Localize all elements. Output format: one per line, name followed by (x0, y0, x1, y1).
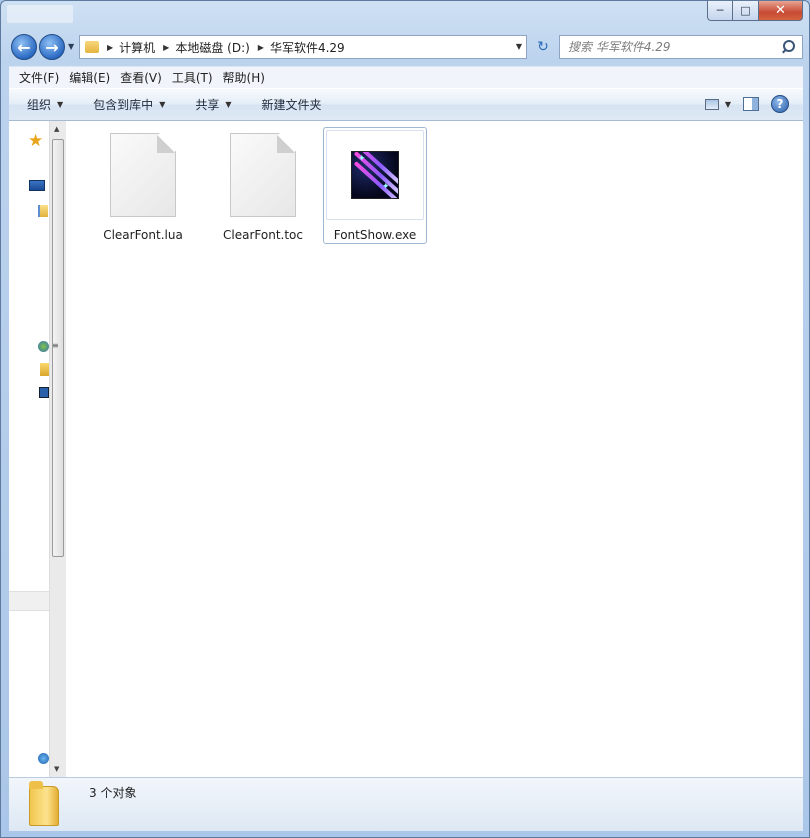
scrollbar-grip-icon: ≡ (52, 341, 59, 350)
item-count: 3 个对象 (89, 786, 137, 800)
share-button[interactable]: 共享 ▼ (177, 89, 243, 120)
menu-file[interactable]: 文件(F) (9, 69, 64, 86)
menu-edit[interactable]: 编辑(E) (64, 69, 115, 86)
file-item-clearfont-toc[interactable]: ClearFont.toc (211, 127, 315, 244)
chevron-right-icon[interactable]: ▶ (107, 43, 113, 52)
file-item-clearfont-lua[interactable]: ClearFont.lua (91, 127, 195, 244)
dropdown-arrow-icon: ▼ (225, 100, 232, 109)
file-name: ClearFont.toc (223, 228, 303, 242)
document-icon (110, 133, 176, 217)
view-controls: ▼ ? (704, 95, 789, 113)
close-button[interactable]: ✕ (759, 1, 803, 21)
scroll-down-icon[interactable]: ▼ (54, 765, 59, 773)
file-list[interactable]: ClearFont.lua ClearFont.toc ✦ ✦ FontShow… (67, 121, 803, 777)
explorer-window: ─ □ ✕ ← → ▼ ▶ 计算机 ▶ 本地磁盘 (D:) ▶ 华军软件4.29… (0, 0, 810, 838)
menu-bar: 文件(F) 编辑(E) 查看(V) 工具(T) 帮助(H) (9, 66, 803, 88)
view-options-dropdown-icon[interactable]: ▼ (725, 100, 731, 109)
minimize-button[interactable]: ─ (707, 1, 733, 21)
chevron-right-icon[interactable]: ▶ (163, 43, 169, 52)
folder-icon (85, 41, 99, 53)
file-thumbnail (214, 130, 312, 220)
navigation-row: ← → ▼ ▶ 计算机 ▶ 本地磁盘 (D:) ▶ 华军软件4.29 ▼ ↻ (9, 33, 803, 61)
breadcrumb-current-folder[interactable]: 华军软件4.29 (270, 39, 345, 56)
navigation-scrollbar[interactable]: ▲ ≡ ▼ (49, 121, 66, 777)
organize-label: 组织 (27, 98, 52, 112)
command-bar: 组织 ▼ 包含到库中 ▼ 共享 ▼ 新建文件夹 ▼ ? (9, 88, 803, 121)
change-view-icon[interactable] (704, 98, 719, 110)
forward-button[interactable]: → (39, 34, 65, 60)
file-thumbnail: ✦ ✦ (326, 130, 424, 220)
menu-view[interactable]: 查看(V) (115, 69, 167, 86)
file-thumbnail (94, 130, 192, 220)
maximize-button[interactable]: □ (733, 1, 759, 21)
scroll-up-icon[interactable]: ▲ (54, 125, 59, 133)
address-dropdown-icon[interactable]: ▼ (516, 42, 522, 51)
help-icon[interactable]: ? (771, 95, 789, 113)
recent-pages-dropdown-icon[interactable]: ▼ (68, 42, 74, 51)
address-bar[interactable]: ▶ 计算机 ▶ 本地磁盘 (D:) ▶ 华军软件4.29 ▼ (79, 35, 527, 59)
navigation-pane-divider (9, 591, 49, 611)
desktop-icon[interactable] (29, 180, 45, 191)
include-in-library-button[interactable]: 包含到库中 ▼ (75, 89, 177, 120)
details-pane: 3 个对象 (9, 777, 803, 831)
menu-tools[interactable]: 工具(T) (167, 69, 218, 86)
document-icon (230, 133, 296, 217)
fontshow-app-icon: ✦ ✦ (351, 151, 399, 199)
breadcrumb-drive-d[interactable]: 本地磁盘 (D:) (175, 39, 249, 56)
search-icon[interactable] (779, 38, 797, 56)
computer-icon[interactable] (39, 387, 49, 398)
file-item-fontshow-exe[interactable]: ✦ ✦ FontShow.exe (323, 127, 427, 244)
new-folder-button[interactable]: 新建文件夹 (244, 89, 334, 120)
organize-button[interactable]: 组织 ▼ (9, 89, 75, 120)
dropdown-arrow-icon: ▼ (159, 100, 166, 109)
libraries-icon[interactable] (38, 205, 48, 217)
dropdown-arrow-icon: ▼ (57, 100, 64, 109)
homegroup-icon[interactable] (38, 341, 49, 352)
back-button[interactable]: ← (11, 34, 37, 60)
menu-help[interactable]: 帮助(H) (218, 69, 270, 86)
content-area: ★ ▲ ≡ ▼ ClearFont.lua ClearFont.toc ✦ ✦ … (9, 121, 803, 777)
share-label: 共享 (195, 98, 220, 112)
folder-icon (29, 781, 59, 826)
network-icon[interactable] (38, 753, 49, 764)
include-in-library-label: 包含到库中 (93, 98, 154, 112)
favorites-star-icon[interactable]: ★ (28, 131, 43, 151)
new-folder-label: 新建文件夹 (261, 98, 322, 112)
preview-pane-icon[interactable] (743, 97, 759, 111)
window-title (7, 5, 73, 23)
refresh-icon[interactable]: ↻ (531, 35, 555, 59)
file-name: FontShow.exe (333, 228, 417, 242)
search-input[interactable] (560, 37, 779, 57)
caption-buttons: ─ □ ✕ (707, 1, 803, 21)
folder-icon[interactable] (40, 363, 49, 376)
chevron-right-icon[interactable]: ▶ (258, 43, 264, 52)
navigation-pane: ★ ▲ ≡ ▼ (9, 121, 66, 777)
breadcrumb-computer[interactable]: 计算机 (119, 39, 155, 56)
search-box[interactable] (559, 35, 803, 59)
file-name: ClearFont.lua (103, 228, 183, 242)
